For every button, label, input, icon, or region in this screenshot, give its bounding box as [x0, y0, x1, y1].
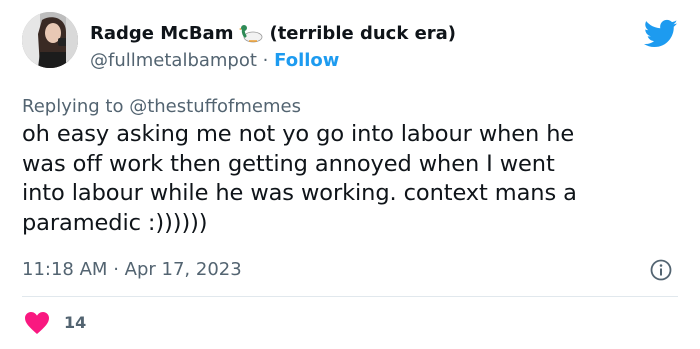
tweet-time: 11:18 AM [22, 259, 108, 280]
tweet-timestamp[interactable]: 11:18 AM · Apr 17, 2023 [22, 258, 242, 282]
handle-separator: · [262, 50, 269, 71]
tweet-text-line: into labour while he was working. contex… [22, 180, 577, 206]
avatar-photo [22, 12, 78, 68]
tweet-text: oh easy asking me not yo go into labour … [22, 120, 672, 238]
like-button[interactable]: 14 [24, 311, 86, 335]
duck-icon [239, 25, 263, 43]
timestamp-separator: · [113, 259, 119, 280]
reply-context: Replying to @thestuffofmemes [22, 95, 301, 119]
tweet-text-line: was off work then getting annoyed when I… [22, 150, 555, 177]
divider [22, 296, 678, 297]
author-handle-row: @fullmetalbampot · Follow [90, 49, 339, 73]
author-display-name[interactable]: Radge McBam [90, 22, 233, 46]
follow-button[interactable]: Follow [274, 50, 339, 71]
tweet-text-line: paramedic :)))))) [22, 209, 208, 236]
twitter-bird-icon[interactable] [644, 19, 678, 49]
author-handle[interactable]: @fullmetalbampot [90, 50, 257, 71]
heart-icon [25, 312, 49, 334]
avatar[interactable] [22, 12, 78, 68]
reply-mention-link[interactable]: @thestuffofmemes [129, 96, 301, 117]
author-name-row[interactable]: Radge McBam (terrible duck era) [90, 22, 456, 46]
like-count: 14 [64, 313, 87, 332]
reply-prefix: Replying to [22, 96, 124, 117]
author-name-suffix: (terrible duck era) [269, 23, 457, 44]
tweet-date: Apr 17, 2023 [124, 259, 242, 280]
info-icon[interactable] [650, 259, 672, 281]
tweet-text-line: oh easy asking me not yo go into labour … [22, 121, 575, 147]
tweet-card: Radge McBam (terrible duck era) @fullmet… [0, 0, 700, 349]
